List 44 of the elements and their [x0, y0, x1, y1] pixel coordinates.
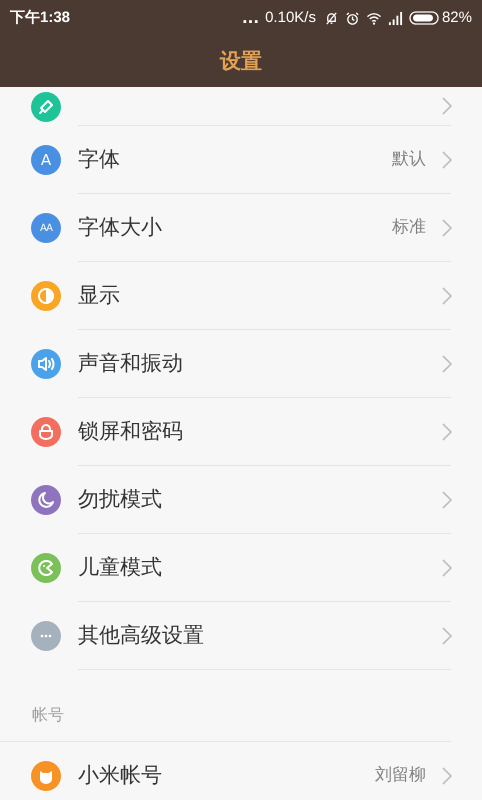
row-label: 勿扰模式 — [78, 486, 163, 513]
settings-row[interactable]: 勿扰模式 — [0, 466, 482, 534]
battery-percent: 82% — [442, 8, 472, 28]
letter-icon: A — [31, 145, 61, 175]
row-label: 小米帐号 — [78, 762, 163, 789]
bell-off-icon — [324, 10, 339, 26]
row-label: 儿童模式 — [78, 554, 163, 581]
battery-icon — [408, 11, 439, 25]
row-value: 标准 — [392, 216, 426, 239]
settings-row[interactable]: 声音和振动 — [0, 330, 482, 398]
section-heading: 帐号 — [32, 704, 64, 726]
row-label: 字体 — [78, 146, 121, 173]
settings-row[interactable]: A 字体 默认 — [0, 126, 482, 194]
row-label: 字体大小 — [78, 214, 163, 241]
settings-row[interactable]: 小米帐号 刘留柳 — [0, 742, 482, 800]
chevron-icon — [442, 97, 452, 115]
chevron-icon — [442, 150, 452, 168]
settings-row[interactable]: 显示 — [0, 262, 482, 330]
chevron-icon — [442, 626, 452, 644]
row-label: 锁屏和密码 — [78, 418, 184, 445]
chevron-icon — [442, 766, 452, 784]
page-title: 设置 — [220, 48, 262, 75]
chevron-icon — [442, 490, 452, 508]
row-label: 其他高级设置 — [78, 622, 205, 649]
network-speed: 0.10K/s — [265, 8, 316, 28]
row-label: 显示 — [78, 282, 121, 309]
settings-row[interactable]: 锁屏和密码 — [0, 398, 482, 466]
row-value: 默认 — [392, 148, 426, 171]
chevron-icon — [442, 218, 452, 236]
alarm-icon — [344, 10, 360, 26]
chevron-icon — [442, 558, 452, 576]
row-value: 刘留柳 — [375, 764, 426, 787]
wifi-icon — [366, 10, 382, 26]
status-more: ... — [242, 8, 260, 29]
status-time: 下午1:38 — [10, 8, 70, 28]
signal-icon — [388, 10, 403, 26]
chevron-icon — [442, 286, 452, 304]
settings-row[interactable]: 儿童模式 — [0, 534, 482, 602]
settings-row[interactable]: 其他高级设置 — [0, 602, 482, 670]
chevron-icon — [442, 354, 452, 372]
chevron-icon — [442, 422, 452, 440]
letter-icon: AA — [31, 213, 61, 243]
settings-row[interactable]: AA 字体大小 标准 — [0, 194, 482, 262]
row-label: 声音和振动 — [78, 350, 184, 377]
